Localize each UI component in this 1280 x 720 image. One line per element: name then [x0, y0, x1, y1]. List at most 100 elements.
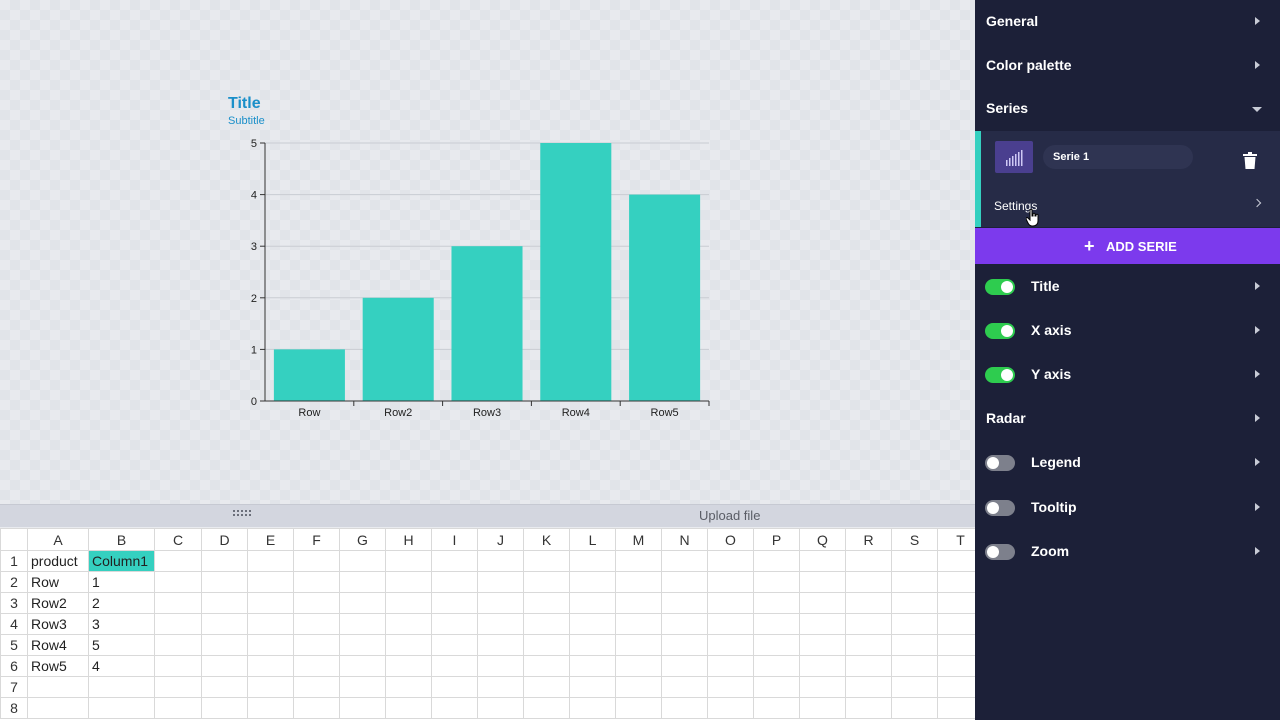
cell-h8[interactable] — [385, 697, 432, 719]
cell-c6[interactable] — [154, 655, 202, 677]
cell-r5[interactable] — [845, 634, 892, 656]
cell-f2[interactable] — [293, 571, 340, 593]
cell-k3[interactable] — [523, 592, 570, 614]
cell-p1[interactable] — [753, 550, 800, 572]
cell-k6[interactable] — [523, 655, 570, 677]
cell-r6[interactable] — [845, 655, 892, 677]
cell-m8[interactable] — [615, 697, 662, 719]
cell-l2[interactable] — [569, 571, 616, 593]
cell-m5[interactable] — [615, 634, 662, 656]
cell-s5[interactable] — [891, 634, 938, 656]
cell-o7[interactable] — [707, 676, 754, 698]
cell-i1[interactable] — [431, 550, 478, 572]
row-header[interactable]: 7 — [0, 676, 28, 698]
corner-cell[interactable] — [0, 528, 28, 551]
cell-t7[interactable] — [937, 676, 975, 698]
row-header[interactable]: 6 — [0, 655, 28, 677]
cell-m3[interactable] — [615, 592, 662, 614]
spreadsheet-grid[interactable]: ABCDEFGHIJKLMNOPQRST 1 product Column1 2 Row… — [0, 528, 975, 719]
cell-o6[interactable] — [707, 655, 754, 677]
cell-j6[interactable] — [477, 655, 524, 677]
cell-g8[interactable] — [339, 697, 386, 719]
column-header-s[interactable]: S — [891, 528, 938, 551]
cell-h1[interactable] — [385, 550, 432, 572]
title-toggle[interactable] — [985, 279, 1015, 295]
column-header-i[interactable]: I — [431, 528, 478, 551]
column-header-h[interactable]: H — [385, 528, 432, 551]
cell-h5[interactable] — [385, 634, 432, 656]
cell-p8[interactable] — [753, 697, 800, 719]
section-general[interactable]: General — [975, 0, 1280, 44]
cell-o8[interactable] — [707, 697, 754, 719]
cell-t3[interactable] — [937, 592, 975, 614]
drag-handle-icon[interactable] — [233, 510, 251, 518]
cell-e7[interactable] — [247, 676, 294, 698]
section-x-axis[interactable]: X axis — [975, 309, 1280, 353]
cell-a7[interactable] — [27, 676, 89, 698]
cell-f4[interactable] — [293, 613, 340, 635]
cell-k2[interactable] — [523, 571, 570, 593]
cell-m4[interactable] — [615, 613, 662, 635]
cell-n5[interactable] — [661, 634, 708, 656]
cell-m6[interactable] — [615, 655, 662, 677]
cell-c4[interactable] — [154, 613, 202, 635]
row-header[interactable]: 2 — [0, 571, 28, 593]
cell-q8[interactable] — [799, 697, 846, 719]
cell-m7[interactable] — [615, 676, 662, 698]
cell-m1[interactable] — [615, 550, 662, 572]
cell-b1[interactable]: Column1 — [88, 550, 155, 572]
bar-chart-type-icon[interactable] — [995, 141, 1033, 173]
spreadsheet[interactable]: ABCDEFGHIJKLMNOPQRST 1 product Column1 2 Row… — [0, 528, 975, 720]
cell-b5[interactable]: 5 — [88, 634, 155, 656]
cell-i6[interactable] — [431, 655, 478, 677]
cell-s2[interactable] — [891, 571, 938, 593]
cell-o4[interactable] — [707, 613, 754, 635]
cell-g2[interactable] — [339, 571, 386, 593]
cell-l4[interactable] — [569, 613, 616, 635]
cell-k1[interactable] — [523, 550, 570, 572]
cell-f8[interactable] — [293, 697, 340, 719]
cell-c3[interactable] — [154, 592, 202, 614]
cell-q2[interactable] — [799, 571, 846, 593]
cell-d5[interactable] — [201, 634, 248, 656]
cell-s1[interactable] — [891, 550, 938, 572]
cell-o2[interactable] — [707, 571, 754, 593]
cell-s8[interactable] — [891, 697, 938, 719]
cell-j3[interactable] — [477, 592, 524, 614]
cell-f3[interactable] — [293, 592, 340, 614]
cell-t5[interactable] — [937, 634, 975, 656]
cell-r4[interactable] — [845, 613, 892, 635]
cell-c5[interactable] — [154, 634, 202, 656]
cell-b7[interactable] — [88, 676, 155, 698]
cell-d8[interactable] — [201, 697, 248, 719]
column-header-r[interactable]: R — [845, 528, 892, 551]
cell-l8[interactable] — [569, 697, 616, 719]
cell-e2[interactable] — [247, 571, 294, 593]
cell-p6[interactable] — [753, 655, 800, 677]
row-header[interactable]: 4 — [0, 613, 28, 635]
cell-n1[interactable] — [661, 550, 708, 572]
cell-p3[interactable] — [753, 592, 800, 614]
section-tooltip[interactable]: Tooltip — [975, 486, 1280, 530]
cell-i4[interactable] — [431, 613, 478, 635]
section-zoom[interactable]: Zoom — [975, 530, 1280, 574]
cell-s4[interactable] — [891, 613, 938, 635]
column-header-j[interactable]: J — [477, 528, 524, 551]
cell-o3[interactable] — [707, 592, 754, 614]
cell-l6[interactable] — [569, 655, 616, 677]
cell-b4[interactable]: 3 — [88, 613, 155, 635]
cell-a2[interactable]: Row — [27, 571, 89, 593]
cell-p7[interactable] — [753, 676, 800, 698]
column-header-m[interactable]: M — [615, 528, 662, 551]
cell-c1[interactable] — [154, 550, 202, 572]
cell-a5[interactable]: Row4 — [27, 634, 89, 656]
section-series[interactable]: Series — [975, 87, 1280, 131]
cell-e1[interactable] — [247, 550, 294, 572]
cell-h2[interactable] — [385, 571, 432, 593]
cell-i7[interactable] — [431, 676, 478, 698]
cell-j2[interactable] — [477, 571, 524, 593]
cell-s6[interactable] — [891, 655, 938, 677]
cell-k5[interactable] — [523, 634, 570, 656]
cell-l3[interactable] — [569, 592, 616, 614]
cell-o5[interactable] — [707, 634, 754, 656]
